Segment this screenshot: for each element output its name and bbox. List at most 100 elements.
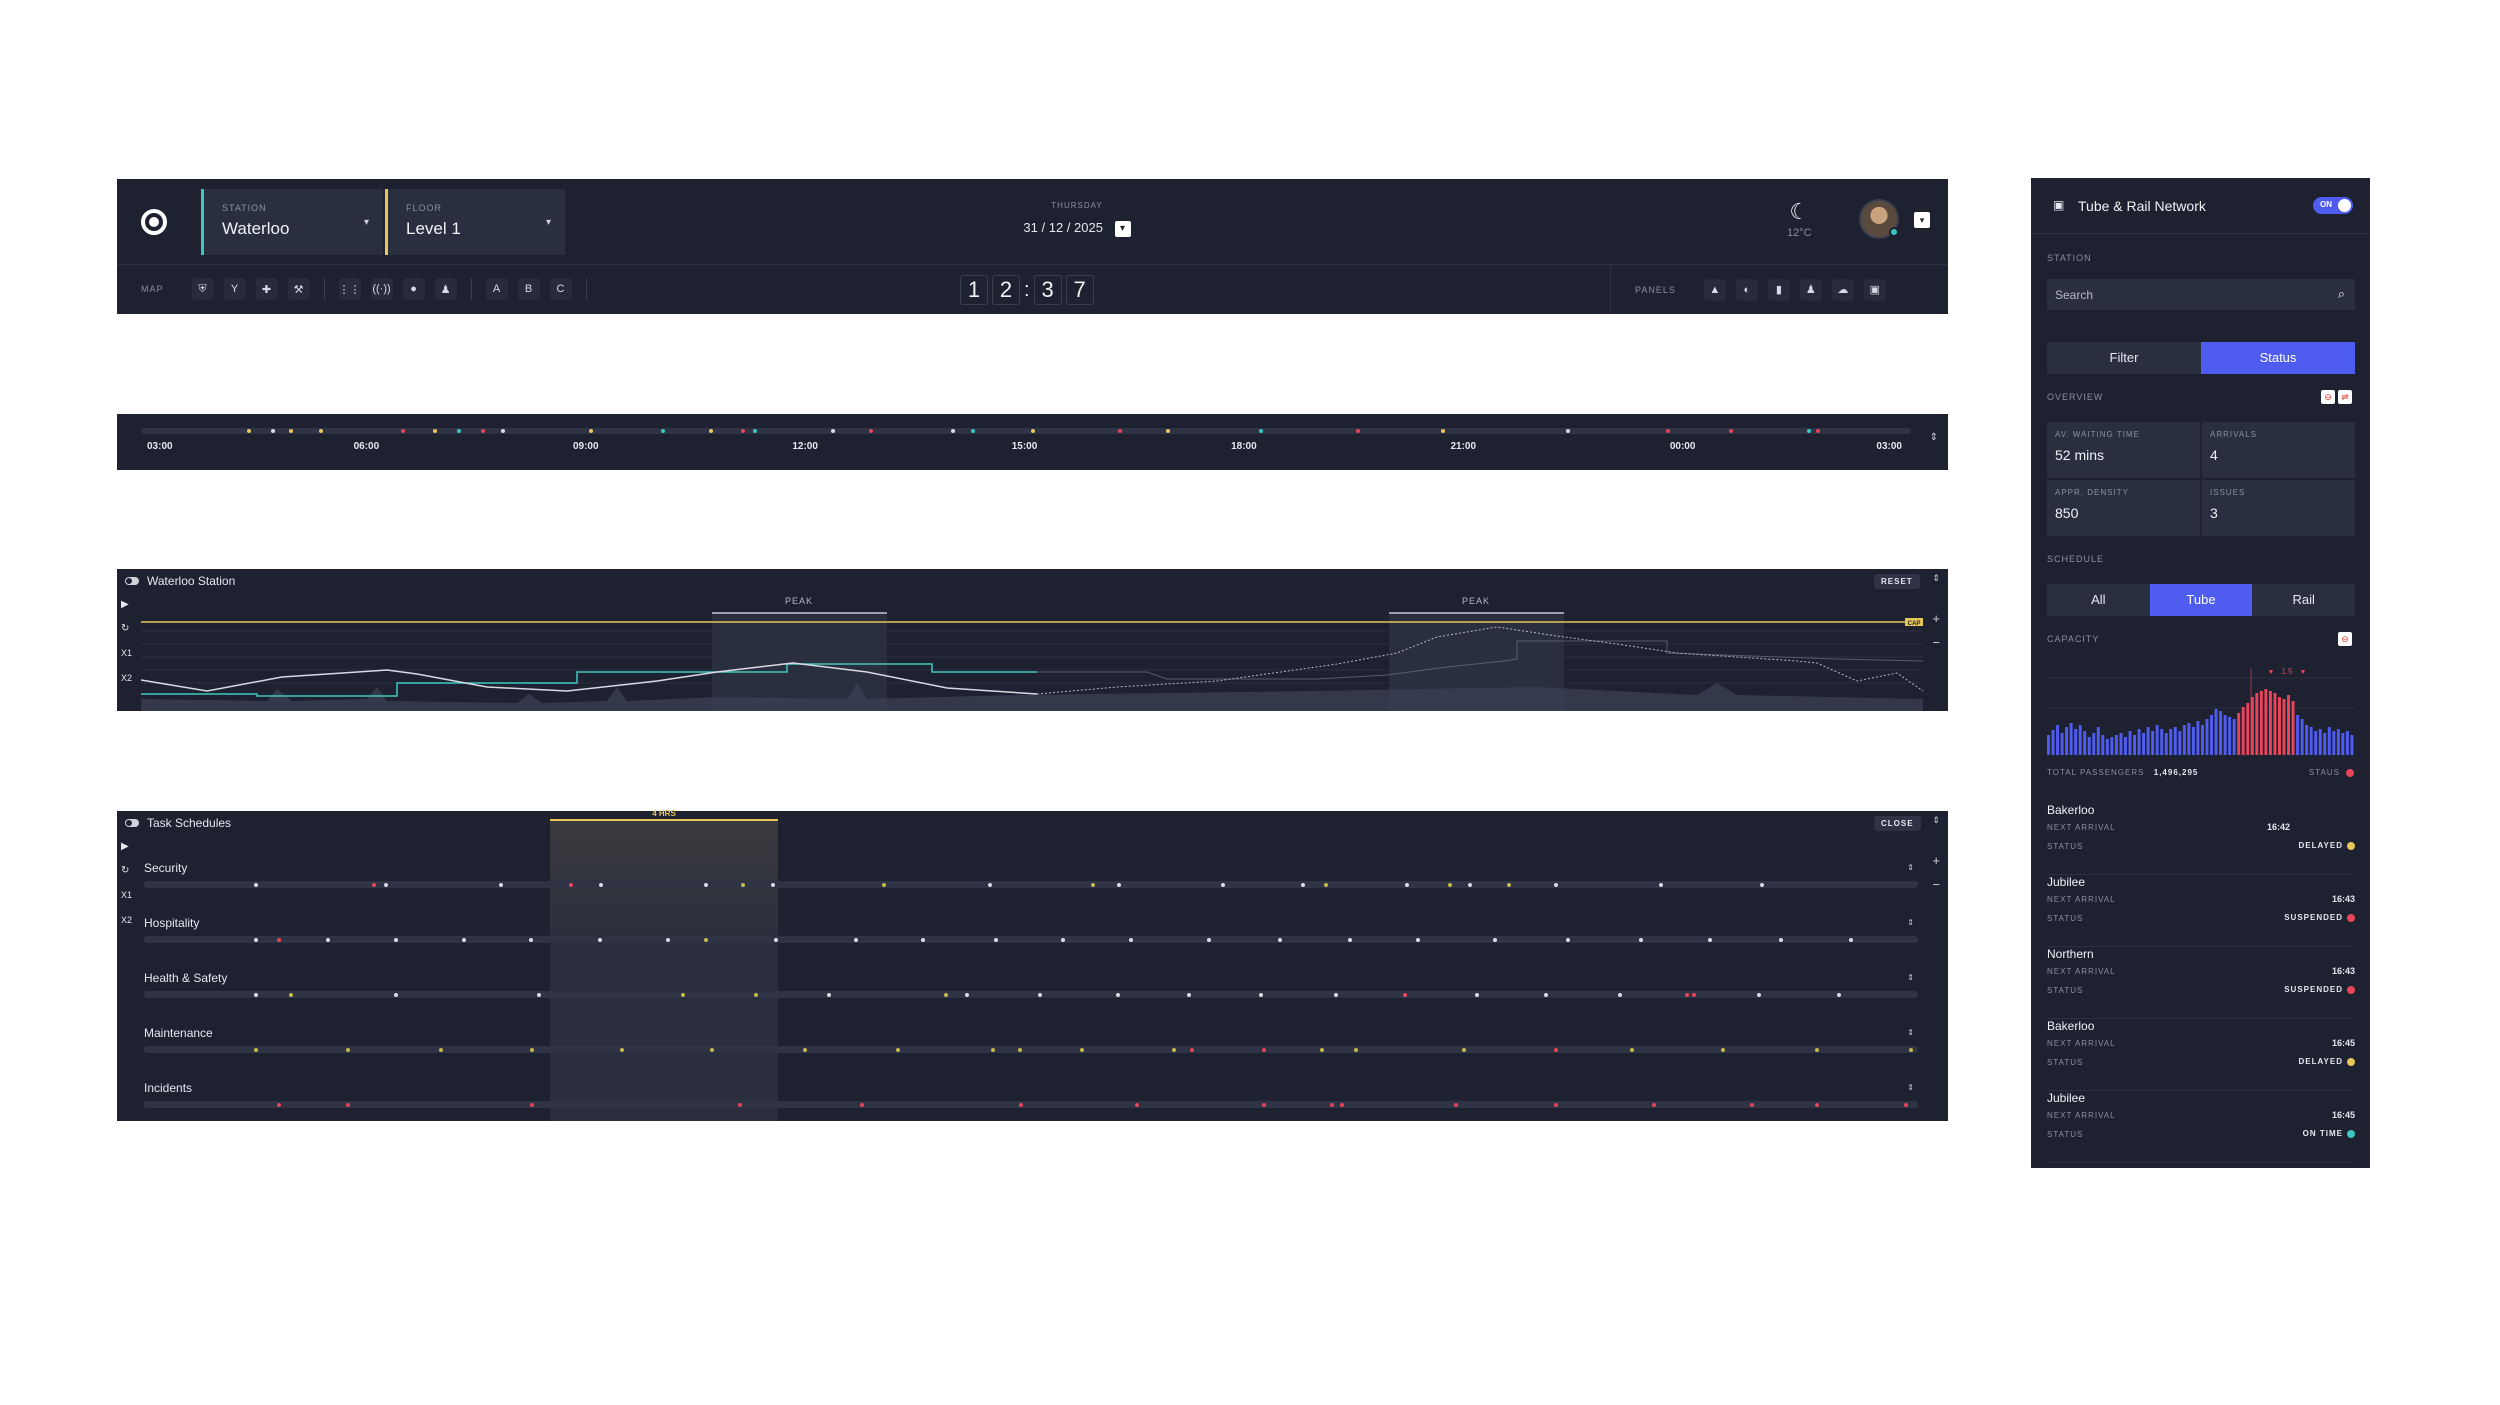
task-event-dot[interactable] bbox=[1019, 1102, 1023, 1107]
floor-select[interactable]: FLOOR Level 1 ▾ bbox=[385, 189, 565, 255]
task-event-dot[interactable] bbox=[1750, 1102, 1754, 1107]
timeline-event-dot[interactable] bbox=[741, 429, 745, 433]
clipboard-icon[interactable]: ▮ bbox=[1767, 278, 1790, 301]
task-event-dot[interactable] bbox=[277, 1102, 281, 1107]
search-icon[interactable]: ⌕ bbox=[2338, 286, 2345, 302]
shield-icon[interactable]: ⛨ bbox=[191, 278, 214, 300]
task-event-dot[interactable] bbox=[882, 882, 886, 887]
task-event-dot[interactable] bbox=[1061, 937, 1065, 942]
search-input[interactable]: Search ⌕ bbox=[2047, 279, 2355, 310]
task-event-dot[interactable] bbox=[1692, 992, 1696, 997]
timeline-event-dot[interactable] bbox=[247, 429, 251, 433]
task-event-dot[interactable] bbox=[774, 937, 778, 942]
timeline-event-dot[interactable] bbox=[661, 429, 665, 433]
task-event-dot[interactable] bbox=[1448, 882, 1452, 887]
task-event-dot[interactable] bbox=[1757, 992, 1761, 997]
task-event-dot[interactable] bbox=[1301, 882, 1305, 887]
task-event-dot[interactable] bbox=[991, 1047, 995, 1052]
timeline-event-dot[interactable] bbox=[1259, 429, 1263, 433]
task-event-dot[interactable] bbox=[254, 882, 258, 887]
timeline-event-dot[interactable] bbox=[1566, 429, 1570, 433]
task-event-dot[interactable] bbox=[1405, 882, 1409, 887]
task-event-dot[interactable] bbox=[1475, 992, 1479, 997]
timeline-event-dot[interactable] bbox=[753, 429, 757, 433]
refresh-icon[interactable]: ↻ bbox=[121, 865, 129, 876]
timeline-event-dot[interactable] bbox=[1166, 429, 1170, 433]
task-event-dot[interactable] bbox=[1324, 882, 1328, 887]
task-event-dot[interactable] bbox=[921, 937, 925, 942]
expand-collapse-icon[interactable]: ⇕ bbox=[1930, 432, 1938, 443]
task-event-dot[interactable] bbox=[1348, 937, 1352, 942]
task-event-dot[interactable] bbox=[1618, 992, 1622, 997]
zoom-out-icon[interactable]: − bbox=[1932, 877, 1940, 892]
location-pin-icon[interactable]: ● bbox=[402, 278, 425, 300]
task-event-dot[interactable] bbox=[1659, 882, 1663, 887]
timeline-event-dot[interactable] bbox=[1807, 429, 1811, 433]
train-icon[interactable]: ▣ bbox=[1863, 278, 1886, 301]
time-scrubber[interactable]: 03:00 06:00 09:00 12:00 15:00 18:00 21:00 00:00… bbox=[117, 414, 1948, 470]
task-event-dot[interactable] bbox=[537, 992, 541, 997]
task-event-dot[interactable] bbox=[1117, 882, 1121, 887]
task-event-dot[interactable] bbox=[277, 937, 281, 942]
x2-speed-button[interactable]: X2 bbox=[121, 915, 132, 925]
task-event-dot[interactable] bbox=[1468, 882, 1472, 887]
calendar-dropdown-button[interactable]: ▾ bbox=[1114, 220, 1131, 237]
task-event-dot[interactable] bbox=[1262, 1047, 1266, 1052]
task-track[interactable] bbox=[144, 1101, 1918, 1108]
task-event-dot[interactable] bbox=[704, 882, 708, 887]
timeline-event-dot[interactable] bbox=[1441, 429, 1445, 433]
task-event-dot[interactable] bbox=[1135, 1102, 1139, 1107]
broadcast-icon[interactable]: ((·)) bbox=[370, 278, 393, 300]
x1-speed-button[interactable]: X1 bbox=[121, 890, 132, 900]
task-event-dot[interactable] bbox=[1652, 1102, 1656, 1107]
arrival-item[interactable]: Jubilee NEXT ARRIVAL 16:45 STATUS ON TIME bbox=[2047, 1091, 2355, 1163]
task-event-dot[interactable] bbox=[346, 1102, 350, 1107]
task-event-dot[interactable] bbox=[704, 937, 708, 942]
task-event-dot[interactable] bbox=[289, 992, 293, 997]
timeline-event-dot[interactable] bbox=[1356, 429, 1360, 433]
task-event-dot[interactable] bbox=[1340, 1102, 1344, 1107]
timeline-event-dot[interactable] bbox=[271, 429, 275, 433]
task-event-dot[interactable] bbox=[827, 992, 831, 997]
underground-logo-icon[interactable]: ⊖ bbox=[2321, 390, 2335, 404]
task-event-dot[interactable] bbox=[1630, 1047, 1634, 1052]
time-window-band[interactable] bbox=[550, 819, 778, 1121]
task-event-dot[interactable] bbox=[1815, 1102, 1819, 1107]
task-track[interactable] bbox=[144, 991, 1918, 998]
task-event-dot[interactable] bbox=[1779, 937, 1783, 942]
task-event-dot[interactable] bbox=[1493, 937, 1497, 942]
timeline-event-dot[interactable] bbox=[951, 429, 955, 433]
task-event-dot[interactable] bbox=[530, 1047, 534, 1052]
task-event-dot[interactable] bbox=[771, 882, 775, 887]
timeline-event-dot[interactable] bbox=[433, 429, 437, 433]
task-event-dot[interactable] bbox=[254, 937, 258, 942]
close-button[interactable]: CLOSE bbox=[1874, 816, 1921, 831]
timeline-event-dot[interactable] bbox=[457, 429, 461, 433]
task-event-dot[interactable] bbox=[860, 1102, 864, 1107]
task-event-dot[interactable] bbox=[1278, 937, 1282, 942]
timeline-event-dot[interactable] bbox=[1118, 429, 1122, 433]
task-event-dot[interactable] bbox=[1330, 1102, 1334, 1107]
task-event-dot[interactable] bbox=[1038, 992, 1042, 997]
sort-icon[interactable]: ⇕ bbox=[1932, 815, 1940, 826]
task-event-dot[interactable] bbox=[965, 992, 969, 997]
rail-logo-icon[interactable]: ⇌ bbox=[2338, 390, 2352, 404]
task-event-dot[interactable] bbox=[1334, 992, 1338, 997]
wrench-icon[interactable]: ⚒ bbox=[287, 278, 310, 300]
task-event-dot[interactable] bbox=[1639, 937, 1643, 942]
task-event-dot[interactable] bbox=[1259, 992, 1263, 997]
task-event-dot[interactable] bbox=[1544, 992, 1548, 997]
timeline-event-dot[interactable] bbox=[1729, 429, 1733, 433]
task-event-dot[interactable] bbox=[254, 1047, 258, 1052]
task-event-dot[interactable] bbox=[1354, 1047, 1358, 1052]
task-event-dot[interactable] bbox=[1815, 1047, 1819, 1052]
person-icon[interactable]: ♟ bbox=[434, 278, 457, 300]
avatar[interactable] bbox=[1859, 199, 1899, 239]
logo-icon[interactable] bbox=[141, 209, 167, 235]
zoom-in-icon[interactable]: + bbox=[1932, 853, 1940, 868]
task-event-dot[interactable] bbox=[439, 1047, 443, 1052]
task-event-dot[interactable] bbox=[1416, 937, 1420, 942]
warning-icon[interactable]: ▲ bbox=[1703, 278, 1726, 301]
task-event-dot[interactable] bbox=[1454, 1102, 1458, 1107]
row-expand-icon[interactable]: ⇕ bbox=[1907, 1028, 1914, 1037]
